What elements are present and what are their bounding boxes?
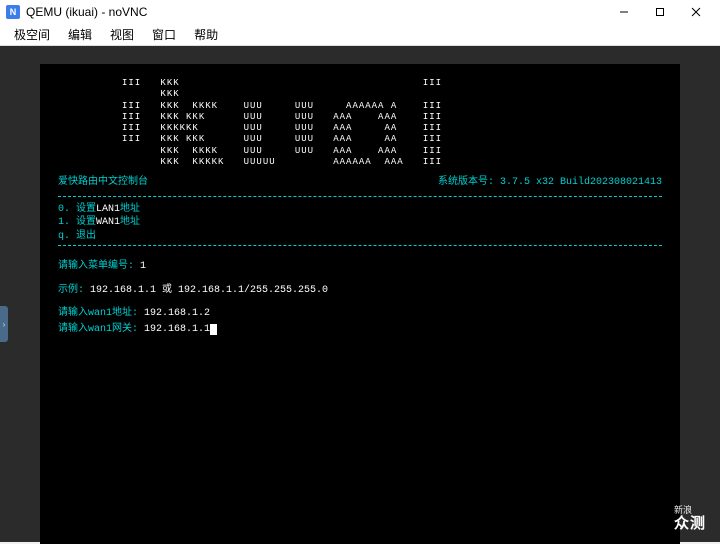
menu-option-q: q. 退出 (58, 230, 662, 244)
menu-window[interactable]: 窗口 (144, 24, 184, 45)
example-line: 示例: 192.168.1.1 或 192.168.1.1/255.255.25… (58, 284, 662, 298)
menu-help[interactable]: 帮助 (186, 24, 226, 45)
maximize-button[interactable] (642, 0, 678, 24)
menubar: 极空间 编辑 视图 窗口 帮助 (0, 24, 720, 46)
ascii-banner: III KKK III KKK III KKK KKKK UUU UUU AAA… (58, 78, 662, 168)
titlebar: N QEMU (ikuai) - noVNC (0, 0, 720, 24)
menu-option-1: 1. 设置WAN1地址 (58, 216, 662, 230)
console-title: 爱快路由中文控制台 (58, 176, 148, 190)
app-icon: N (6, 5, 20, 19)
menu-workspace[interactable]: 极空间 (6, 24, 58, 45)
prompt-menu-number: 请输入菜单编号: 1 (58, 260, 662, 274)
watermark: 新浪 众测 (674, 506, 706, 532)
menu-view[interactable]: 视图 (102, 24, 142, 45)
divider-top (58, 196, 662, 197)
menu-edit[interactable]: 编辑 (60, 24, 100, 45)
prompt-wan-address: 请输入wan1地址: 192.168.1.2 (58, 307, 662, 321)
close-button[interactable] (678, 0, 714, 24)
minimize-button[interactable] (606, 0, 642, 24)
cursor-icon (210, 324, 217, 335)
divider-bottom (58, 245, 662, 246)
window-title: QEMU (ikuai) - noVNC (26, 5, 147, 19)
side-tab-handle[interactable]: › (0, 306, 8, 342)
version-string: 系统版本号: 3.7.5 x32 Build202308021413 (438, 176, 662, 190)
menu-option-0: 0. 设置LAN1地址 (58, 203, 662, 217)
terminal-screen[interactable]: III KKK III KKK III KKK KKKK UUU UUU AAA… (40, 64, 680, 544)
prompt-wan-gateway: 请输入wan1网关: 192.168.1.1 (58, 323, 662, 337)
vnc-viewport: › III KKK III KKK III KKK KKKK UUU UUU A… (0, 46, 720, 542)
